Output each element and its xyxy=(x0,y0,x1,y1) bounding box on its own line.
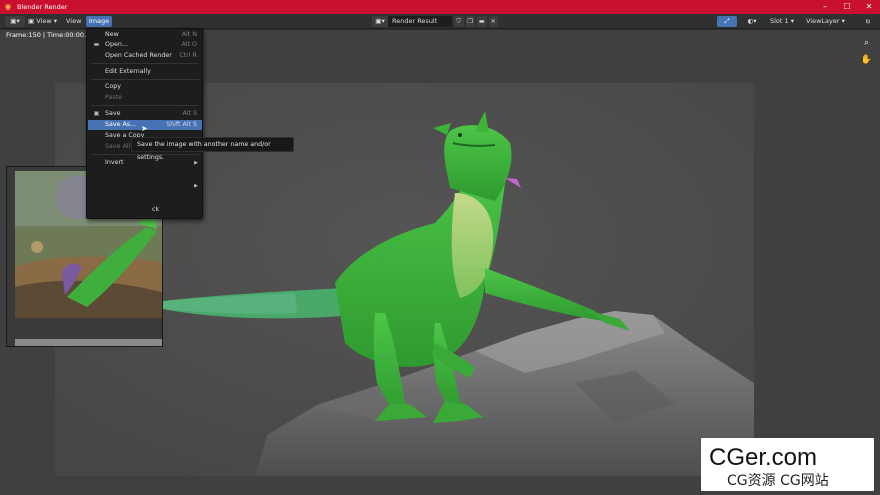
menu-item-paste: Paste xyxy=(105,94,122,101)
title-bar: ◉ Blender Render – ☐ ✕ xyxy=(0,0,880,14)
menu-item-resize[interactable]: ▶ xyxy=(88,181,202,191)
window-controls: – ☐ ✕ xyxy=(814,0,880,14)
view-mode-dropdown[interactable]: ▣ View ▾ xyxy=(25,16,61,27)
menu-item-copy[interactable]: Copy xyxy=(88,82,202,92)
cger-logo-icon: CGer.com CG资源 CG网站 xyxy=(709,444,829,489)
fake-user-icon[interactable]: ⛉ xyxy=(454,16,464,27)
menu-separator xyxy=(91,79,199,80)
view-icon: ▣ xyxy=(28,17,37,25)
folder-icon[interactable]: ▬ xyxy=(477,16,487,27)
menu-image[interactable]: Image xyxy=(86,16,112,27)
menu-separator xyxy=(91,105,199,106)
menu-separator xyxy=(91,63,199,64)
sidebar-toggle[interactable]: ⧅ xyxy=(860,16,876,27)
svg-text:CGer.com: CGer.com xyxy=(709,444,817,471)
tooltip: Save the image with another name and/or … xyxy=(131,137,294,161)
hand-pan-icon[interactable]: ✋ xyxy=(860,54,873,67)
menu-item-pack[interactable]: ck xyxy=(88,205,202,215)
image-editor-header: ▣▾ ▣ View ▾ View Image ▣▾ Render Result … xyxy=(0,14,880,29)
menu-item-save[interactable]: ▣ Save Alt S xyxy=(88,109,202,119)
svg-text:CG资源 CG网站: CG资源 CG网站 xyxy=(727,473,829,489)
editor-type-button[interactable]: ▣▾ xyxy=(5,16,25,27)
menu-item-open-cached-render[interactable]: Open Cached Render Ctrl R xyxy=(88,51,202,61)
zoom-icon[interactable]: ⌕ xyxy=(860,37,873,50)
view-layer-selector[interactable]: ViewLayer ▾ xyxy=(806,16,854,27)
watermark-logo: CGer.com CG资源 CG网站 xyxy=(701,438,874,491)
save-icon: ▣ xyxy=(93,110,100,117)
mouse-cursor-icon: ➤ xyxy=(141,124,148,133)
menu-item-edit-externally[interactable]: Edit Externally xyxy=(88,67,202,77)
image-browse-button[interactable]: ▣▾ xyxy=(372,16,388,27)
menu-item-new[interactable]: New Alt N xyxy=(88,30,202,40)
folder-icon: ▬ xyxy=(93,41,100,48)
menu-view[interactable]: View xyxy=(66,16,84,27)
blender-logo-icon: ◉ xyxy=(4,2,12,11)
window-title: Blender Render xyxy=(17,3,68,11)
menu-item-open[interactable]: ▬ Open... Alt O xyxy=(88,40,202,50)
frame-info: Frame:150 | Time:00:00.92 xyxy=(6,31,95,39)
unlink-icon[interactable]: ✕ xyxy=(488,16,498,27)
image-name-field[interactable]: Render Result xyxy=(388,16,452,27)
minimize-button[interactable]: – xyxy=(814,0,836,14)
maximize-button[interactable]: ☐ xyxy=(836,0,858,14)
submenu-arrow-icon: ▶ xyxy=(194,160,198,166)
display-channels-dropdown[interactable]: ◐▾ xyxy=(742,16,762,27)
overlay-toggle[interactable]: ⤢ xyxy=(717,16,737,27)
slot-selector[interactable]: Slot 1 ▾ xyxy=(770,16,800,27)
duplicate-icon[interactable]: ❐ xyxy=(465,16,475,27)
submenu-arrow-icon: ▶ xyxy=(194,183,198,189)
image-datablock-icons: ⛉ ❐ ▬ ✕ xyxy=(454,16,498,27)
close-button[interactable]: ✕ xyxy=(858,0,880,14)
